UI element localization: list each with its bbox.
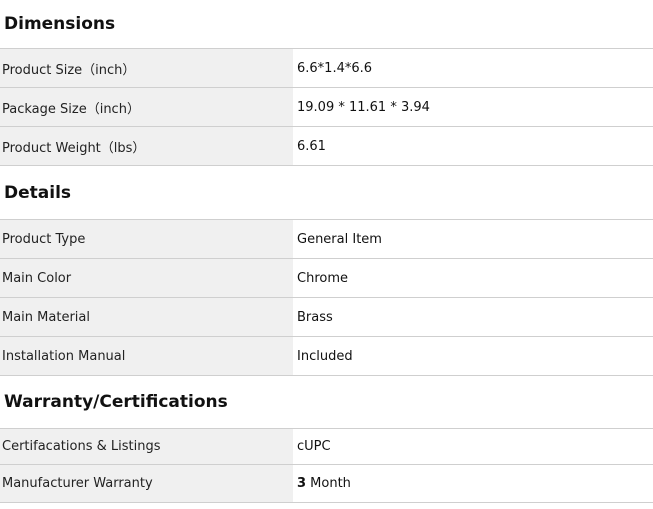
spec-value: Brass [293, 297, 653, 337]
spec-value: 3 Month [293, 464, 653, 503]
table-row: Main Material Brass [0, 297, 653, 337]
table-row: Product Type General Item [0, 219, 653, 259]
spec-label: Installation Manual [0, 336, 293, 376]
table-row: Main Color Chrome [0, 258, 653, 298]
spec-value: 19.09 * 11.61 * 3.94 [293, 87, 653, 127]
table-row: Certifacations & Listings cUPC [0, 428, 653, 465]
spec-sheet: Dimensions Product Size（inch） 6.6*1.4*6.… [0, 0, 653, 509]
spec-label: Manufacturer Warranty [0, 464, 293, 503]
dimensions-table: Product Size（inch） 6.6*1.4*6.6 Package S… [0, 48, 653, 166]
details-table: Product Type General Item Main Color Chr… [0, 219, 653, 376]
section-title-dimensions: Dimensions [4, 14, 116, 34]
table-row: Product Size（inch） 6.6*1.4*6.6 [0, 48, 653, 88]
table-row: Package Size（inch） 19.09 * 11.61 * 3.94 [0, 87, 653, 127]
spec-value: cUPC [293, 428, 653, 465]
table-row: Product Weight（lbs） 6.61 [0, 126, 653, 166]
section-title-warranty: Warranty/Certifications [4, 392, 228, 412]
spec-value: 6.6*1.4*6.6 [293, 48, 653, 88]
spec-label: Product Type [0, 219, 293, 259]
spec-value: 6.61 [293, 126, 653, 166]
spec-value: General Item [293, 219, 653, 259]
spec-value: Chrome [293, 258, 653, 298]
table-row: Installation Manual Included [0, 336, 653, 376]
warranty-number: 3 [297, 476, 307, 491]
spec-label: Product Size（inch） [0, 48, 293, 88]
spec-label: Certifacations & Listings [0, 428, 293, 465]
spec-label: Package Size（inch） [0, 87, 293, 127]
spec-value: Included [293, 336, 653, 376]
spec-label: Main Color [0, 258, 293, 298]
warranty-table: Certifacations & Listings cUPC Manufactu… [0, 428, 653, 503]
spec-label: Product Weight（lbs） [0, 126, 293, 166]
table-row: Manufacturer Warranty 3 Month [0, 464, 653, 503]
warranty-unit: Month [306, 476, 351, 491]
section-title-details: Details [4, 182, 72, 203]
spec-label: Main Material [0, 297, 293, 337]
